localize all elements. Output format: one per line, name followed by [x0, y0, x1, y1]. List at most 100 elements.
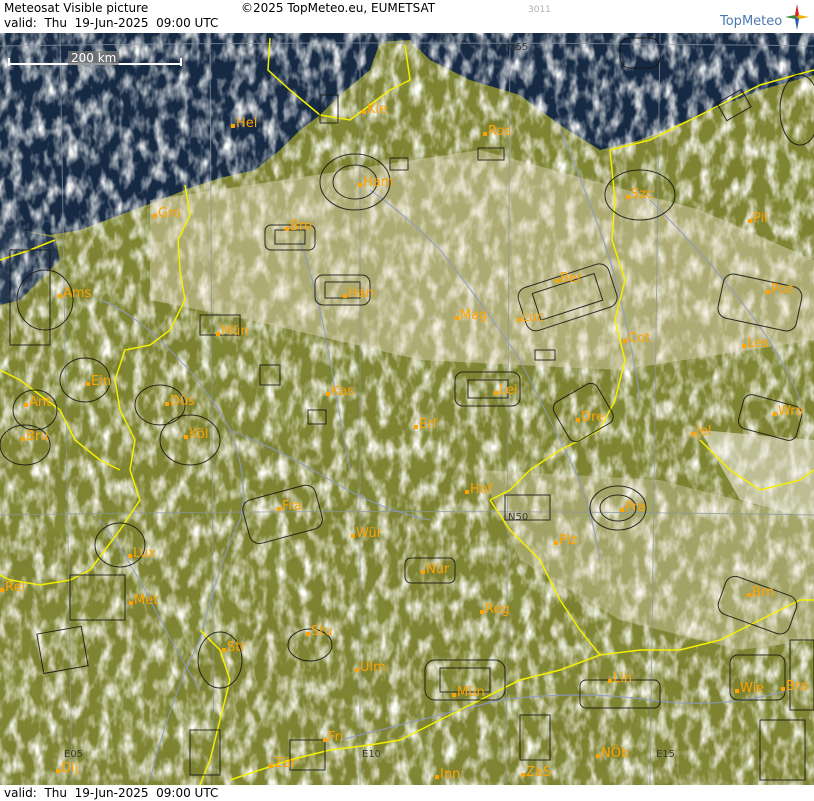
city-dot	[483, 132, 487, 136]
city-label: Bra	[786, 679, 808, 694]
cloud-layer	[0, 33, 814, 785]
city-dot	[494, 391, 498, 395]
city-dot	[351, 534, 355, 538]
city-marker: Reg	[480, 602, 510, 617]
city-label: Ber	[560, 271, 583, 286]
city-label: Mag	[460, 308, 487, 323]
city-dot	[306, 632, 310, 636]
city-dot	[355, 668, 359, 672]
city-dot	[480, 610, 484, 614]
city-label: Szc	[631, 187, 653, 202]
top-header: Meteosat Visible picture ©2025 TopMeteo.…	[0, 0, 814, 33]
city-dot	[129, 601, 133, 605]
city-dot	[555, 279, 559, 283]
image-code: 3011	[528, 5, 551, 15]
city-dot	[285, 227, 289, 231]
scale-bar: 200 km	[8, 51, 182, 71]
city-label: Wür	[356, 526, 383, 541]
city-dot	[455, 316, 459, 320]
scale-bar-tick-left	[8, 58, 10, 66]
city-dot	[153, 214, 157, 218]
city-marker: Mün	[216, 324, 249, 339]
city-dot	[86, 382, 90, 386]
city-marker: Ams	[58, 286, 92, 301]
city-marker: Nür	[421, 562, 450, 577]
city-marker: Szc	[626, 187, 653, 202]
city-label: Ant	[29, 395, 51, 410]
city-label: Dij	[61, 761, 78, 776]
valid-time: 09:00 UTC	[156, 16, 219, 30]
grid-label-e05: E05	[64, 749, 83, 760]
valid-date: 19-Jun-2025	[74, 786, 149, 800]
city-label: Fri	[328, 730, 344, 745]
city-dot	[277, 507, 281, 511]
logo-text: TopMeteo	[720, 14, 783, 29]
city-dot	[184, 435, 188, 439]
grid-label-n50: N50	[508, 512, 528, 523]
city-marker: Ros	[483, 124, 511, 139]
city-marker: Loc	[517, 310, 544, 325]
city-marker: Poz	[766, 282, 793, 297]
image-title: Meteosat Visible picture	[4, 1, 149, 15]
city-marker: Zür	[269, 756, 297, 771]
city-label: Erf	[419, 417, 438, 432]
city-dot	[56, 769, 60, 773]
city-dot	[742, 344, 746, 348]
city-label: Poz	[771, 282, 793, 297]
city-marker: ZaS	[521, 765, 551, 780]
city-dot	[521, 773, 525, 777]
city-dot	[465, 490, 469, 494]
bottom-footer: valid: Thu 19-Jun-2025 09:00 UTC	[0, 785, 814, 801]
city-marker: Wür	[351, 526, 383, 541]
city-label: Ams	[63, 286, 92, 301]
city-marker: Han	[343, 286, 374, 301]
city-dot	[626, 195, 630, 199]
city-dot	[269, 764, 273, 768]
map-svg: N55 N50 E05 E10 E15 Hel Kie Ros Ham Gro Bre Sz…	[0, 33, 814, 785]
grid-label-e10: E10	[362, 749, 381, 760]
city-marker: NÖb	[596, 744, 629, 761]
city-dot	[21, 437, 25, 441]
city-dot	[554, 541, 558, 545]
city-label: Bru	[26, 429, 49, 444]
city-label: Hel	[236, 116, 257, 131]
city-label: Ulm	[360, 660, 386, 675]
city-label: Ros	[488, 124, 511, 139]
city-dot	[781, 687, 785, 691]
city-marker: Kas	[326, 384, 354, 399]
city-marker: Ulm	[355, 660, 386, 675]
city-dot	[747, 593, 751, 597]
city-marker: Les	[742, 336, 769, 351]
valid-time-top: valid: Thu 19-Jun-2025 09:00 UTC	[4, 16, 218, 31]
city-dot	[608, 679, 612, 683]
city-label: Cot	[628, 331, 650, 346]
city-dot	[748, 219, 752, 223]
city-marker: Ber	[555, 271, 583, 286]
city-dot	[323, 738, 327, 742]
satellite-map: N55 N50 E05 E10 E15 Hel Kie Ros Ham Gro Bre Sz…	[0, 33, 814, 785]
city-label: Zür	[274, 756, 297, 771]
city-dot	[735, 689, 739, 693]
city-marker: Ham	[358, 175, 393, 190]
city-label: Stu	[311, 624, 333, 639]
city-marker: Gro	[153, 206, 181, 221]
city-marker: Wro	[773, 404, 803, 419]
city-dot	[165, 402, 169, 406]
city-dot	[128, 554, 132, 558]
city-label: Bre	[290, 219, 312, 234]
city-label: Gro	[158, 206, 181, 221]
city-label: Düs	[170, 394, 195, 409]
city-label: Wie	[740, 681, 764, 696]
city-label: Fra	[282, 499, 302, 514]
grid-label-e15: E15	[656, 749, 675, 760]
city-dot	[216, 332, 220, 336]
city-marker: Bra	[781, 679, 808, 694]
city-dot	[358, 183, 362, 187]
valid-day: Thu	[44, 16, 67, 30]
topmeteo-logo: TopMeteo	[720, 3, 810, 31]
city-marker: Bru	[21, 429, 49, 444]
city-dot	[576, 418, 580, 422]
city-marker: Brn	[747, 585, 774, 600]
city-label: Hof	[470, 482, 493, 497]
city-label: Met	[134, 593, 158, 608]
